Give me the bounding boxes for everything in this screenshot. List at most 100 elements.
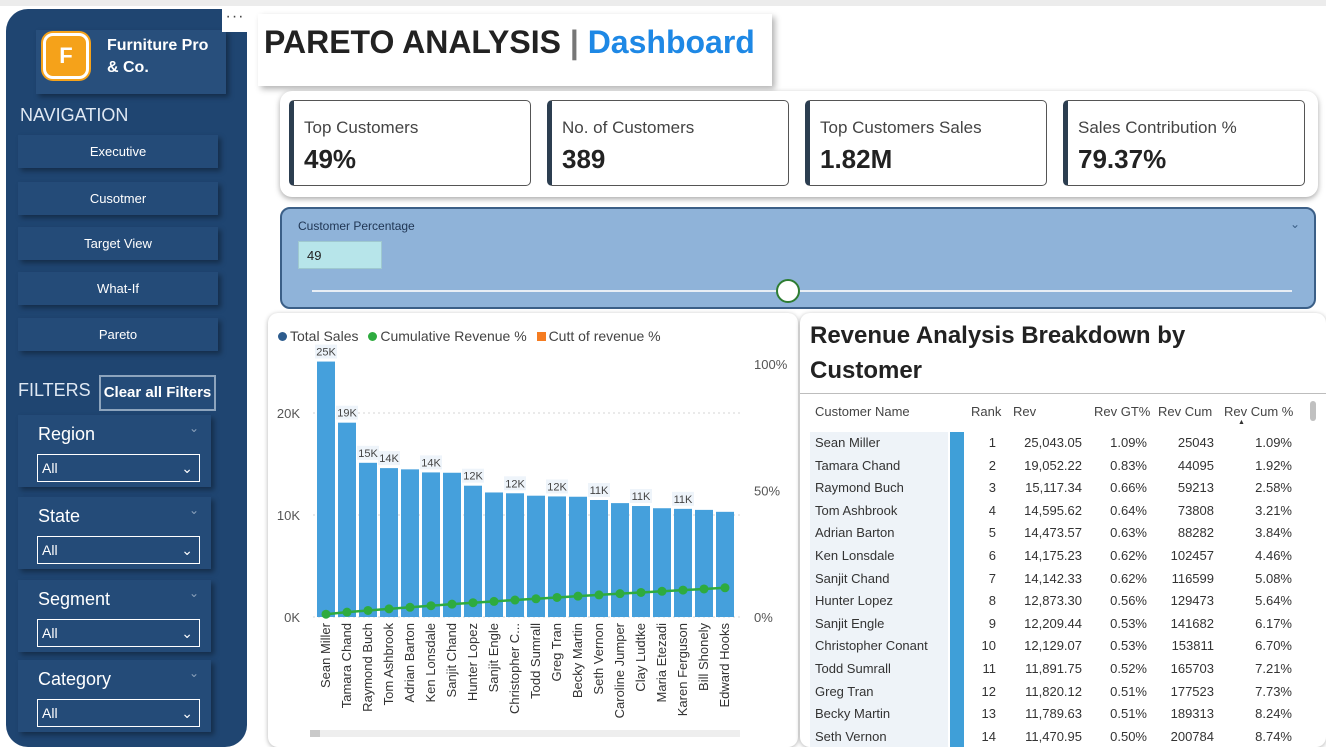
table-row[interactable]: Greg Tran 12 11,820.12 0.51% 177523 7.73%	[810, 680, 1296, 704]
clear-all-filters-button[interactable]: Clear all Filters	[99, 375, 216, 411]
data-label: 19K	[337, 408, 357, 420]
cell-rank: 4	[988, 502, 996, 518]
cell-rank: 12	[981, 683, 996, 699]
table-row[interactable]: Christopher Conant 10 12,129.07 0.53% 153811…	[810, 635, 1296, 658]
chart-scrollbar[interactable]	[310, 730, 740, 737]
region-filter: Region ⌄ All ⌄	[18, 415, 211, 487]
sales-bar	[464, 485, 482, 617]
x-tick-label: Caroline Jumper	[612, 622, 627, 718]
table-row[interactable]: Tamara Chand 2 19,052.22 0.83% 44095 1.92%	[810, 454, 1296, 478]
customer-percentage-input[interactable]: 49	[298, 241, 382, 269]
table-row[interactable]: Hunter Lopez 8 12,873.30 0.56% 129473 5.64%	[810, 590, 1296, 613]
collapse-chevron-icon[interactable]: ⌄	[189, 503, 199, 517]
cumulative-point	[405, 602, 415, 612]
cumulative-point	[510, 595, 520, 605]
cell-rev-cum-pct: 5.08%	[1255, 570, 1292, 586]
table-row[interactable]: Sanjit Engle 9 12,209.44 0.53% 141682 6.17%	[810, 612, 1296, 636]
kpi-value: 79.37%	[1078, 144, 1167, 174]
slider-handle[interactable]	[776, 279, 800, 303]
table-row[interactable]: Tom Ashbrook 4 14,595.62 0.64% 73808 3.21%	[810, 499, 1296, 523]
data-label: 12K	[505, 478, 525, 490]
cumulative-point	[447, 599, 457, 609]
table-row[interactable]: Seth Vernon 14 11,470.95 0.50% 200784 8.74%	[810, 725, 1296, 747]
x-tick-label: Edward Hooks	[717, 623, 732, 708]
sales-bar	[359, 462, 377, 617]
table-row[interactable]: Sean Miller 1 25,043.05 1.09% 25043 1.09%	[810, 432, 1296, 455]
sales-bar	[716, 511, 734, 617]
title-separator: |	[560, 24, 588, 60]
x-tick-label: Tamara Chand	[339, 623, 354, 708]
table-row[interactable]: Todd Sumrall 11 11,891.75 0.52% 165703 7.21%	[810, 658, 1296, 681]
nav-customer-button[interactable]: Cusotmer	[18, 182, 218, 215]
cell-rev-cum: 25043	[1177, 435, 1214, 450]
cell-rank: 10	[981, 638, 996, 654]
table-row[interactable]: Ken Lonsdale 6 14,175.23 0.62% 102457 4.46%	[810, 545, 1296, 568]
cumulative-point	[489, 596, 499, 606]
nav-target-view-button[interactable]: Target View	[18, 227, 218, 260]
table-row[interactable]: Adrian Barton 5 14,473.57 0.63% 88282 3.84%	[810, 522, 1296, 545]
column-header-rank[interactable]: Rank	[971, 404, 1001, 419]
rev-data-bar	[950, 477, 964, 500]
nav-executive-button[interactable]: Executive	[18, 135, 218, 168]
cell-rev-cum: 165703	[1170, 661, 1214, 676]
x-tick-label: Sean Miller	[318, 622, 333, 688]
cumulative-point	[699, 584, 709, 594]
table-row[interactable]: Becky Martin 13 11,789.63 0.51% 189313 8.24%	[810, 703, 1296, 726]
cell-rev: 15,117.34	[1025, 480, 1082, 496]
nav-what-if-button[interactable]: What-If	[18, 272, 218, 305]
cell-rev-cum: 44095	[1177, 457, 1214, 473]
kpi-sales-contribution: Sales Contribution % 79.37%	[1063, 100, 1305, 186]
segment-dropdown[interactable]: All ⌄	[37, 619, 200, 647]
table-scrollbar[interactable]	[1310, 401, 1316, 421]
category-dropdown[interactable]: All ⌄	[37, 699, 200, 727]
kpi-value: 389	[562, 144, 606, 174]
y-tick-label: 20K	[277, 406, 300, 421]
cumulative-point	[426, 601, 436, 611]
filters-heading: FILTERS	[18, 380, 91, 400]
collapse-chevron-icon[interactable]: ⌄	[189, 666, 199, 680]
rev-data-bar	[950, 590, 964, 613]
sort-ascending-icon[interactable]: ▲	[1238, 419, 1245, 426]
collapse-chevron-icon[interactable]: ⌄	[189, 421, 199, 435]
nav-pareto-button[interactable]: Pareto	[18, 318, 218, 351]
collapse-chevron-icon[interactable]: ⌄	[189, 586, 199, 600]
cell-rev: 12,209.44	[1024, 615, 1082, 631]
cell-rev: 12,129.07	[1024, 638, 1082, 654]
sales-bar	[422, 472, 440, 617]
company-logo-card: F Furniture Pro & Co.	[36, 30, 226, 94]
cell-rank: 6	[988, 548, 996, 563]
cell-rev-cum: 102457	[1170, 548, 1214, 563]
state-filter-label: State	[38, 506, 81, 526]
cell-rank: 5	[988, 525, 996, 541]
slider-track[interactable]	[312, 290, 1292, 292]
table-row[interactable]: Raymond Buch 3 15,117.34 0.66% 59213 2.58%	[810, 477, 1296, 500]
cumulative-point	[531, 594, 541, 604]
sales-bar	[653, 508, 671, 617]
navigation-heading: NAVIGATION	[20, 105, 129, 125]
cell-rev-cum: 141682	[1170, 615, 1214, 631]
x-tick-label: Clay Ludtke	[633, 623, 648, 692]
region-dropdown[interactable]: All ⌄	[37, 454, 200, 482]
cell-rank: 13	[981, 706, 996, 722]
rev-data-bar	[950, 567, 964, 591]
chevron-down-icon[interactable]: ⌄	[1290, 217, 1300, 231]
more-options-icon[interactable]: ···	[222, 8, 248, 32]
column-header-rev[interactable]: Rev	[1013, 404, 1036, 419]
state-dropdown[interactable]: All ⌄	[37, 536, 200, 564]
kpi-label: No. of Customers	[562, 118, 695, 137]
column-header-rev-cum[interactable]: Rev Cum	[1158, 404, 1212, 419]
segment-filter-label: Segment	[38, 589, 111, 609]
sales-bar	[590, 499, 608, 617]
divider	[800, 393, 1326, 394]
cell-rev-cum: 129473	[1170, 593, 1214, 609]
column-header-rev-gt[interactable]: Rev GT%	[1094, 404, 1150, 419]
cumulative-point	[615, 589, 625, 599]
column-header-customer-name[interactable]: Customer Name	[815, 404, 910, 419]
cell-rev-cum-pct: 2.58%	[1255, 480, 1292, 496]
x-tick-label: Tom Ashbrook	[381, 623, 396, 706]
column-header-rev-cum-pct[interactable]: Rev Cum %	[1224, 404, 1293, 419]
table-row[interactable]: Sanjit Chand 7 14,142.33 0.62% 116599 5.08%	[810, 567, 1296, 591]
cell-rev-cum: 153811	[1171, 638, 1214, 654]
cell-rev-gt: 0.66%	[1110, 480, 1147, 496]
scrollbar-thumb[interactable]	[310, 730, 320, 737]
